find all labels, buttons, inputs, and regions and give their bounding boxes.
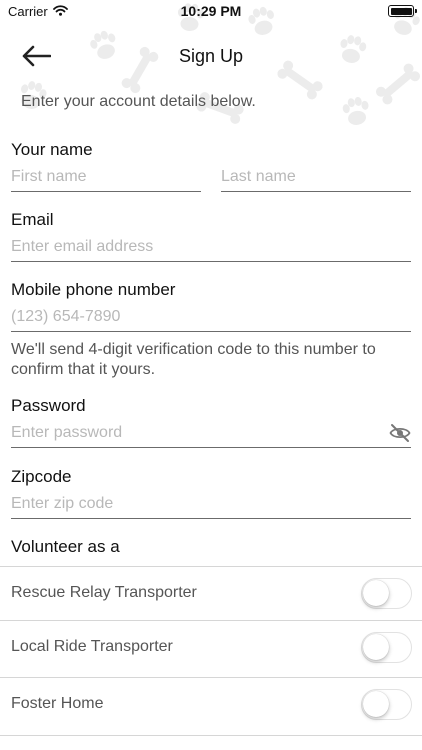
toggle-knob [363, 691, 389, 717]
toggle-label: Local Ride Transporter [11, 638, 173, 655]
first-name-input[interactable] [11, 164, 201, 190]
name-label: Your name [11, 140, 93, 159]
email-field [11, 234, 411, 262]
first-name-field [11, 164, 201, 192]
email-input[interactable] [11, 234, 411, 260]
toggle-label: Rescue Relay Transporter [11, 584, 197, 601]
toggle-label: Foster Home [11, 695, 104, 712]
toggle-knob [363, 634, 389, 660]
phone-input[interactable] [11, 304, 411, 330]
toggle-row-local-ride: Local Ride Transporter [0, 620, 422, 674]
clock: 10:29 PM [180, 3, 242, 19]
toggle-row-rescue-relay: Rescue Relay Transporter [0, 566, 422, 620]
battery-icon [388, 5, 417, 17]
zipcode-label: Zipcode [11, 467, 72, 486]
password-field [11, 420, 411, 448]
last-name-input[interactable] [221, 164, 411, 190]
toggle-knob [363, 580, 389, 606]
phone-field [11, 304, 411, 332]
volunteer-label: Volunteer as a [11, 537, 120, 556]
toggle-row-foster-home: Foster Home [0, 677, 422, 731]
local-ride-toggle[interactable] [361, 632, 412, 663]
page-subtitle: Enter your account details below. [21, 93, 256, 110]
divider [0, 735, 422, 736]
eye-slash-icon[interactable] [389, 423, 411, 443]
password-label: Password [11, 396, 86, 415]
last-name-field [221, 164, 411, 192]
zipcode-field [11, 491, 411, 519]
phone-helper-text: We'll send 4-digit verification code to … [11, 341, 376, 378]
rescue-relay-toggle[interactable] [361, 578, 412, 609]
email-label: Email [11, 210, 54, 229]
phone-label: Mobile phone number [11, 280, 176, 299]
foster-home-toggle[interactable] [361, 689, 412, 720]
status-bar: Carrier 10:29 PM [0, 0, 422, 22]
password-input[interactable] [11, 420, 371, 446]
zipcode-input[interactable] [11, 491, 411, 517]
navigation-bar: Sign Up [0, 36, 422, 80]
page-title: Sign Up [178, 46, 244, 66]
